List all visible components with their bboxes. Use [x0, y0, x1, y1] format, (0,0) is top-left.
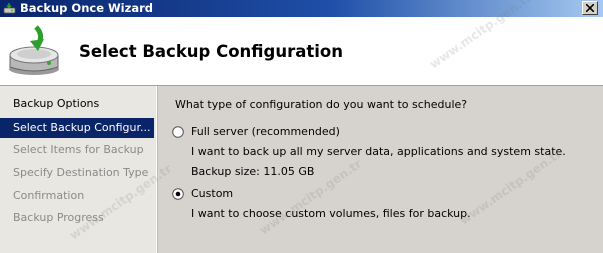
full-server-label[interactable]: Full server (recommended): [191, 125, 340, 138]
configuration-panel: What type of configuration do you want t…: [158, 86, 603, 253]
full-server-description: I want to back up all my server data, ap…: [191, 145, 566, 158]
nav-step-destination-type: Specify Destination Type: [13, 166, 149, 179]
wizard-window: Backup Once Wizard Select Backup Configu…: [0, 0, 603, 253]
backup-drive-icon: [9, 25, 59, 75]
custom-description: I want to choose custom volumes, files f…: [191, 207, 471, 220]
nav-step-backup-options[interactable]: Backup Options: [0, 94, 154, 114]
nav-step-backup-progress: Backup Progress: [13, 211, 104, 224]
wizard-header: Select Backup Configuration: [0, 17, 603, 85]
nav-step-select-backup-configuration[interactable]: Select Backup Configur...: [0, 118, 154, 138]
window-title: Backup Once Wizard: [20, 1, 153, 15]
wizard-steps-nav: Backup Options Select Backup Configur...…: [0, 86, 156, 253]
close-button[interactable]: [582, 1, 598, 15]
custom-radio[interactable]: [172, 188, 184, 200]
page-title: Select Backup Configuration: [79, 42, 343, 61]
title-bar[interactable]: Backup Once Wizard: [0, 0, 603, 17]
custom-label[interactable]: Custom: [191, 187, 233, 200]
nav-step-confirmation: Confirmation: [13, 189, 85, 202]
backup-size-text: Backup size: 11.05 GB: [191, 165, 315, 178]
nav-step-select-items: Select Items for Backup: [13, 143, 144, 156]
full-server-radio[interactable]: [172, 126, 184, 138]
close-icon: [586, 4, 594, 12]
question-text: What type of configuration do you want t…: [175, 98, 468, 111]
backup-app-icon: [3, 3, 16, 14]
